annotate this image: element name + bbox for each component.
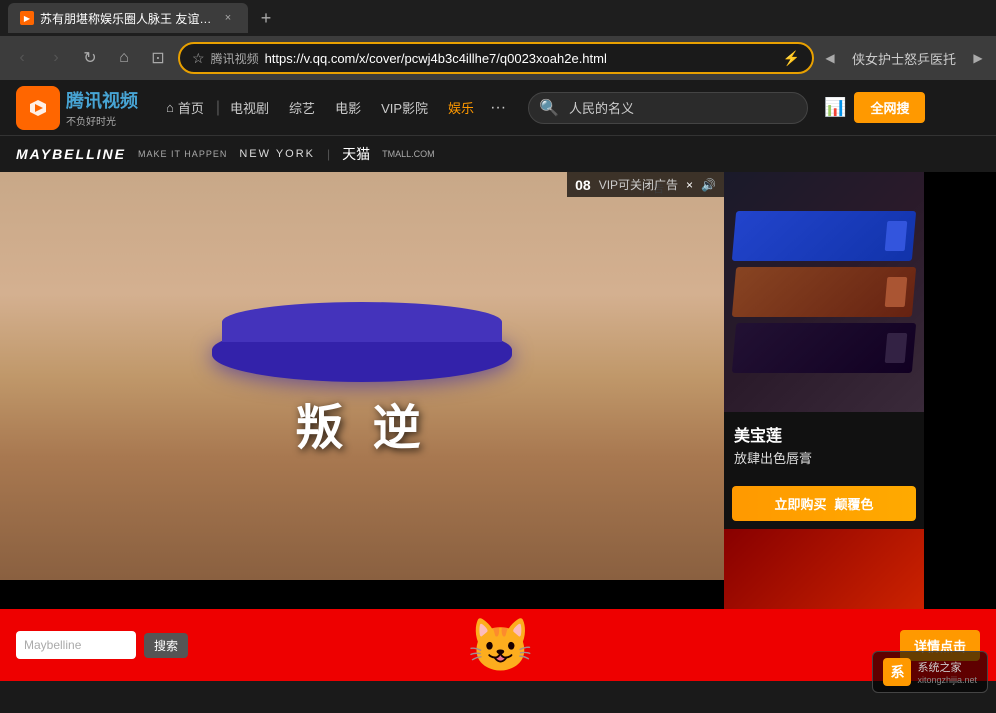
nav-right: ◀ 侠女护士怒乒医托 ▶ — [820, 48, 988, 68]
content-area: 腾讯视频 不负好时光 ⌂ 首页 | 电视剧 综艺 电影 VIP影院 娱乐 ···… — [0, 80, 996, 681]
rebellion-text: 叛 逆 — [295, 388, 428, 458]
forward-button[interactable]: › — [42, 44, 70, 72]
nav-variety-item[interactable]: 综艺 — [279, 98, 325, 117]
logo-text: 腾讯视频 不负好时光 — [66, 87, 138, 128]
new-york-text: NEW YORK — [239, 148, 315, 160]
tab-close-button[interactable]: × — [220, 10, 236, 26]
nav-tv-item[interactable]: 电视剧 — [220, 98, 279, 117]
search-all-button[interactable]: 全网搜 — [854, 92, 925, 123]
cat-input-area: Maybelline 搜索 — [16, 631, 188, 659]
logo-sub-text: 不负好时光 — [66, 113, 138, 128]
tianmao-logo: 天猫 — [342, 144, 370, 164]
vip-close-button[interactable]: × — [686, 178, 693, 192]
lightning-icon: ⚡ — [783, 50, 800, 67]
header-right: 📊 全网搜 — [824, 92, 925, 123]
bookmark-button[interactable]: ⊡ — [144, 44, 172, 72]
site-header: 腾讯视频 不负好时光 ⌂ 首页 | 电视剧 综艺 电影 VIP影院 娱乐 ···… — [0, 80, 996, 136]
home-nav-icon: ⌂ — [166, 100, 174, 115]
address-prefix: 腾讯视频 — [211, 50, 259, 67]
right-ad-text-area: 美宝莲 放肆出色唇膏 — [724, 412, 924, 478]
xtj-url: xitongzhijia.net — [917, 675, 977, 685]
address-bar[interactable]: ☆ 腾讯视频 https://v.qq.com/x/cover/pcwj4b3c… — [178, 42, 814, 74]
search-icon: 🔍 — [529, 98, 569, 118]
lipstick-cap-3 — [885, 333, 908, 363]
search-bar[interactable]: 🔍 人民的名义 — [528, 92, 808, 124]
cat-emoji: 😺 — [468, 615, 528, 676]
tab-title: 苏有朋堪称娱乐圈人脉王 友谊竟... — [40, 10, 214, 27]
xtj-text: 系统之家 xitongzhijia.net — [917, 659, 977, 685]
right-buy-button[interactable]: 立即购买 颠覆色 — [732, 486, 916, 521]
cover-text: 颠覆色 — [835, 494, 874, 513]
forward-icon: › — [53, 49, 58, 67]
home-nav-label: 首页 — [178, 98, 204, 117]
video-display-wrapper: 叛 逆 广告 08 VIP可关闭广告 × 🔊 — [0, 172, 996, 609]
reload-icon: ↻ — [83, 48, 96, 68]
cat-search-button[interactable]: 搜索 — [144, 633, 188, 658]
right-brand-name: 美宝莲 — [734, 422, 914, 446]
separator: | — [327, 147, 330, 161]
nav-ent-item[interactable]: 娱乐 — [438, 98, 484, 117]
lipstick-brown — [732, 267, 916, 317]
site-container: 腾讯视频 不负好时光 ⌂ 首页 | 电视剧 综艺 电影 VIP影院 娱乐 ···… — [0, 80, 996, 681]
nav-right-site: 侠女护士怒乒医托 — [844, 49, 964, 68]
nav-vip-item[interactable]: VIP影院 — [371, 98, 438, 117]
logo-icon — [16, 86, 60, 130]
site-nav: ⌂ 首页 | 电视剧 综艺 电影 VIP影院 娱乐 ··· — [154, 98, 512, 117]
nav-bar: ‹ › ↻ ⌂ ⊡ ☆ 腾讯视频 https://v.qq.com/x/cove… — [0, 36, 996, 80]
xtj-watermark: 系 系统之家 xitongzhijia.net — [872, 651, 988, 693]
tencent-logo-svg — [22, 92, 54, 124]
maybelline-sub: MAKE IT HAPPEN — [138, 149, 227, 159]
stats-icon[interactable]: 📊 — [824, 97, 846, 118]
tmall-url: TMALL.COM — [382, 149, 435, 159]
lipstick-dark — [732, 323, 916, 373]
lipstick-cap — [885, 221, 908, 251]
cat-tmall-bar: Maybelline 搜索 😺 详情点击 — [0, 609, 996, 681]
tab-bar: ▶ 苏有朋堪称娱乐圈人脉王 友谊竟... × + — [0, 0, 996, 36]
nav-home-item[interactable]: ⌂ 首页 — [154, 98, 216, 117]
video-section: MAYBELLINE MAKE IT HAPPEN NEW YORK | 天猫 … — [0, 136, 996, 681]
cat-search-input[interactable]: Maybelline — [16, 631, 136, 659]
xtj-name: 系统之家 — [917, 659, 977, 675]
bookmark-icon: ⊡ — [151, 48, 164, 68]
right-ad-panel: 美宝莲 放肆出色唇膏 立即购买 颠覆色 — [724, 172, 924, 609]
star-icon: ☆ — [192, 50, 205, 67]
site-logo: 腾讯视频 不负好时光 — [16, 86, 138, 130]
search-input[interactable]: 人民的名义 — [569, 98, 807, 117]
xtj-logo-icon: 系 — [883, 658, 911, 686]
upper-lip — [222, 302, 502, 342]
lipstick-cap-2 — [885, 277, 908, 307]
back-button[interactable]: ‹ — [8, 44, 36, 72]
home-icon: ⌂ — [119, 49, 129, 67]
right-lipsticks-display — [724, 172, 924, 412]
vip-bar: 08 VIP可关闭广告 × 🔊 — [567, 172, 724, 197]
nav-right-arrow-right[interactable]: ▶ — [968, 48, 988, 68]
browser-chrome: ▶ 苏有朋堪称娱乐圈人脉王 友谊竟... × + ‹ › ↻ ⌂ ⊡ ☆ 腾讯视… — [0, 0, 996, 80]
nav-more-icon[interactable]: ··· — [484, 99, 512, 117]
nav-movie-item[interactable]: 电影 — [325, 98, 371, 117]
right-ad-bottom — [724, 529, 924, 609]
nav-right-arrow-left[interactable]: ◀ — [820, 48, 840, 68]
reload-button[interactable]: ↻ — [76, 44, 104, 72]
address-url-text[interactable]: https://v.qq.com/x/cover/pcwj4b3c4illhe7… — [265, 51, 777, 66]
home-button[interactable]: ⌂ — [110, 44, 138, 72]
video-player-area: MAYBELLINE MAKE IT HAPPEN NEW YORK | 天猫 … — [0, 136, 996, 681]
video-ad-display[interactable]: 叛 逆 广告 08 VIP可关闭广告 × 🔊 — [0, 172, 724, 580]
vip-countdown: 08 — [575, 177, 591, 193]
volume-icon[interactable]: 🔊 — [701, 178, 716, 192]
buy-text: 立即购买 — [774, 494, 826, 513]
active-tab[interactable]: ▶ 苏有朋堪称娱乐圈人脉王 友谊竟... × — [8, 3, 248, 33]
lipstick-blue — [732, 211, 916, 261]
lipstick-list — [724, 201, 924, 383]
ad-brand-bar: MAYBELLINE MAKE IT HAPPEN NEW YORK | 天猫 … — [0, 136, 996, 172]
tab-favicon: ▶ — [20, 11, 34, 25]
right-slogan: 放肆出色唇膏 — [734, 450, 914, 468]
vip-close-text[interactable]: VIP可关闭广告 — [599, 176, 678, 193]
back-icon: ‹ — [19, 49, 24, 67]
maybelline-logo-text: MAYBELLINE — [16, 146, 126, 162]
logo-main-text: 腾讯视频 — [66, 87, 138, 113]
new-tab-button[interactable]: + — [252, 4, 280, 32]
